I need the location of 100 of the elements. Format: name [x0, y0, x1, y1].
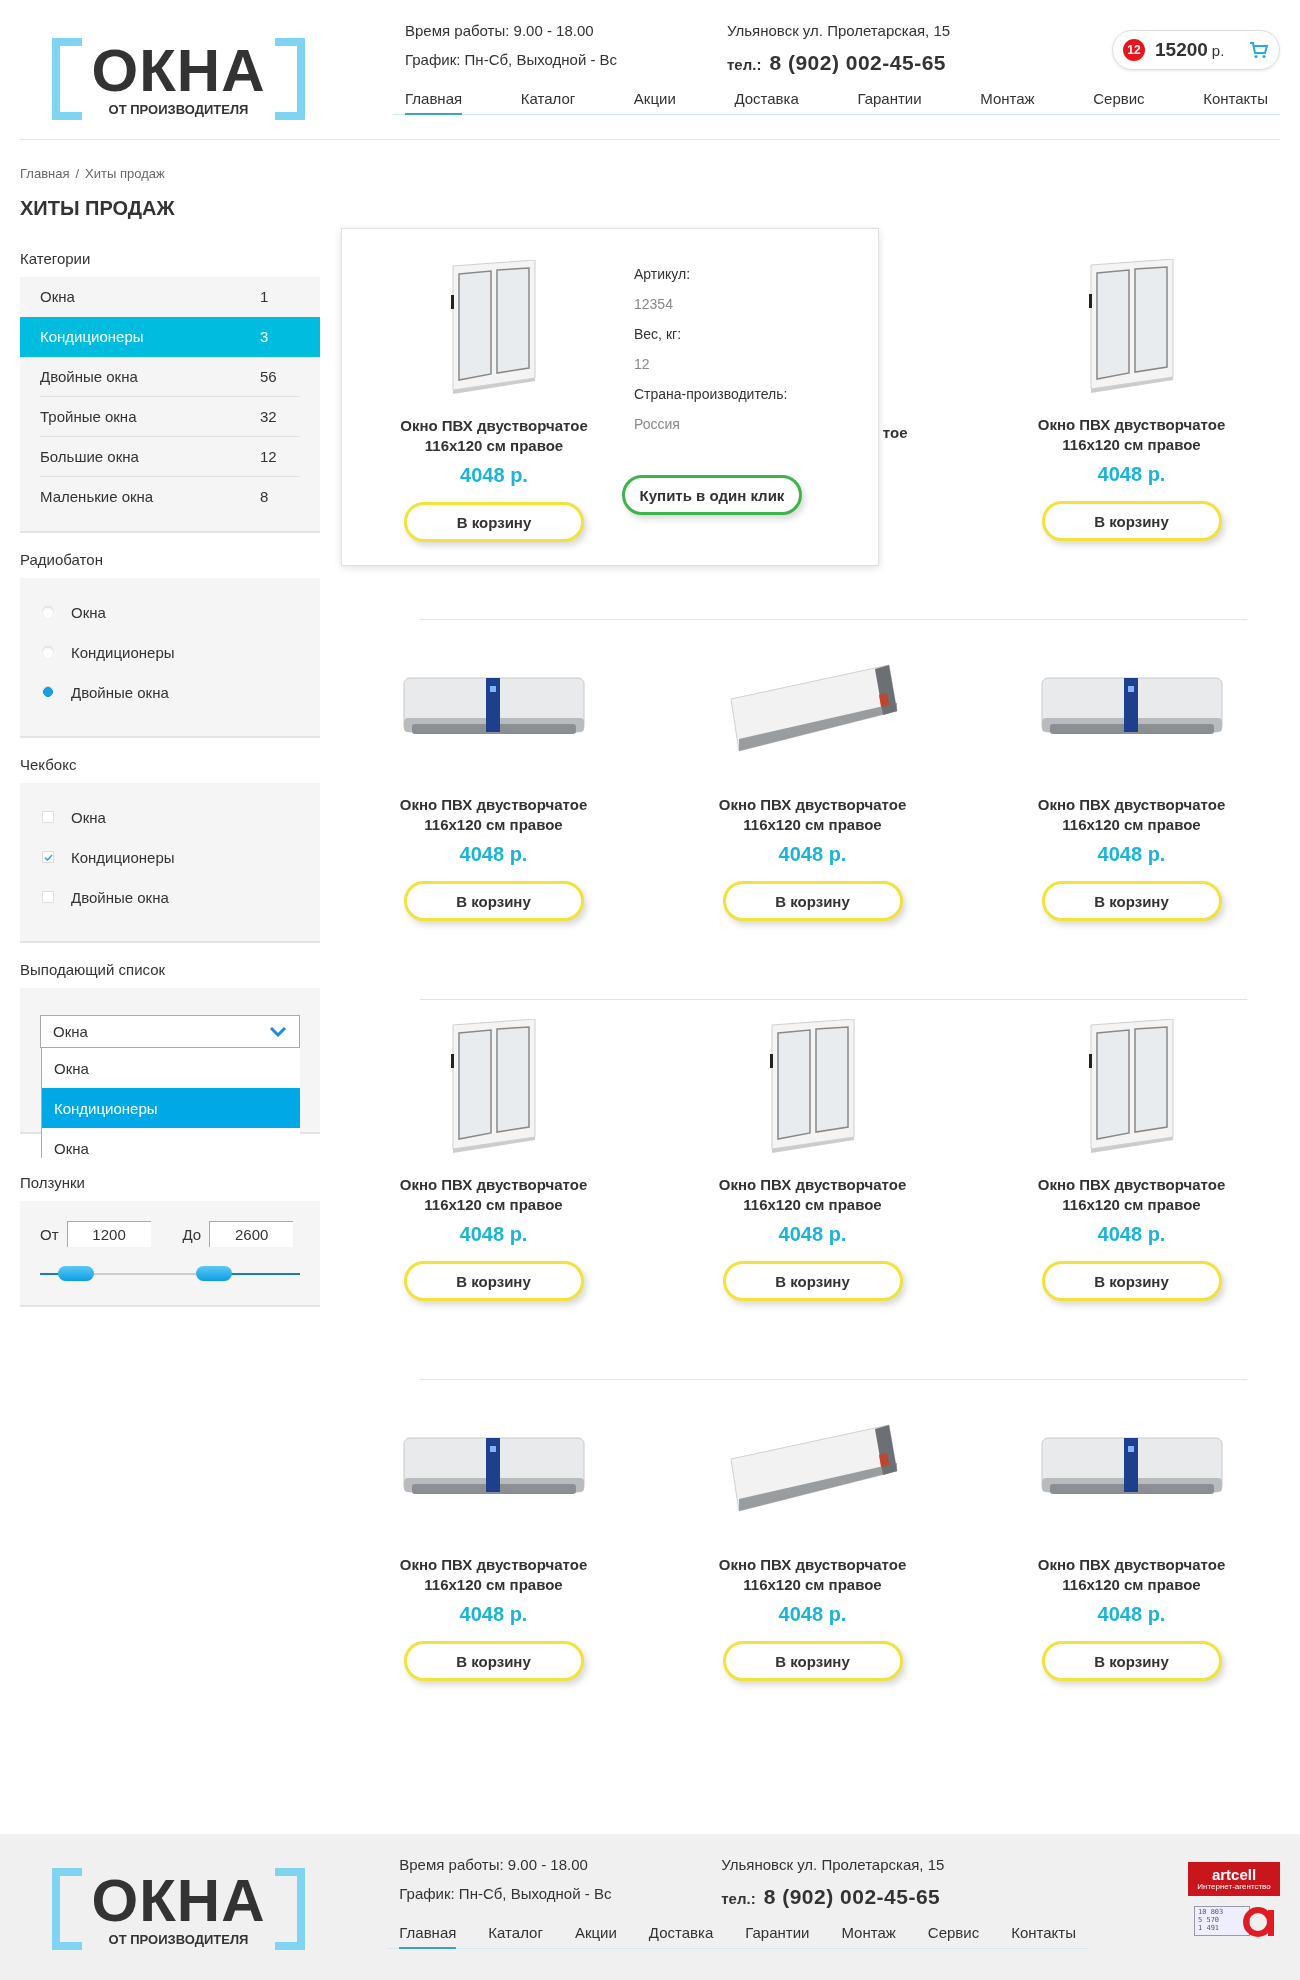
- category-label: Окна: [40, 288, 76, 305]
- cart-currency: р.: [1211, 41, 1225, 59]
- working-hours: Время работы: 9.00 - 18.00: [399, 1856, 589, 1873]
- nav-link[interactable]: Акции: [633, 86, 676, 115]
- product-price: 4048 р.: [1097, 463, 1166, 487]
- product-price: 4048 р.: [778, 843, 847, 867]
- category-count: 56: [260, 368, 278, 385]
- add-to-cart-button[interactable]: В корзину: [403, 1261, 584, 1301]
- nav-link[interactable]: Каталог: [520, 86, 576, 115]
- product-title: Окно ПВХ двустворчатое 116x120 см правое: [717, 1175, 908, 1215]
- cart-total: 15200: [1155, 39, 1208, 61]
- chevron-down-icon: [269, 1026, 287, 1037]
- category-item[interactable]: Окна 1: [20, 277, 320, 317]
- add-to-cart-button[interactable]: В корзину: [1041, 1261, 1222, 1301]
- detail-value: 12354: [634, 295, 674, 314]
- nav-link[interactable]: Сервис: [1093, 86, 1145, 115]
- category-label: Большие окна: [40, 448, 140, 465]
- phone-number: 8 (902) 002-45-65: [763, 1885, 941, 1909]
- logo-word: ОКНА: [91, 1872, 266, 1930]
- nav-link[interactable]: Главная: [405, 86, 463, 115]
- breadcrumb-link[interactable]: Хиты продаж: [85, 166, 165, 181]
- detail-value: 12: [634, 355, 651, 374]
- add-to-cart-button[interactable]: В корзину: [722, 1261, 903, 1301]
- radio-label: Двойные окна: [71, 683, 169, 701]
- category-count: 1: [260, 288, 270, 305]
- checkbox[interactable]: [42, 851, 54, 863]
- add-to-cart-button[interactable]: В корзину: [1041, 501, 1222, 541]
- category-item[interactable]: Маленькие окна 8: [20, 477, 320, 517]
- radio-label: Кондиционеры: [71, 643, 175, 661]
- add-to-cart-button[interactable]: В корзину: [403, 881, 584, 921]
- slider-handle[interactable]: [196, 1266, 233, 1281]
- product-title: Окно ПВХ двустворчатое 116x120 см правое: [1036, 415, 1227, 455]
- radio-button[interactable]: [42, 606, 54, 618]
- product-title-fragment: тое: [882, 424, 908, 441]
- product-title: Окно ПВХ двустворчатое 116x120 см правое: [398, 1555, 589, 1595]
- product-price: 4048 р.: [460, 464, 528, 488]
- check-icon: [43, 853, 53, 861]
- working-hours: Время работы: 9.00 - 18.00: [405, 22, 595, 39]
- dropdown-select[interactable]: Окна: [40, 1015, 300, 1048]
- add-to-cart-button[interactable]: В корзину: [722, 881, 903, 921]
- nav-link[interactable]: Гарантии: [857, 86, 922, 115]
- add-to-cart-button[interactable]: В корзину: [1041, 881, 1222, 921]
- schedule: График: Пн-Сб, Выходной - Вс: [405, 51, 619, 68]
- section-title: Радиобатон: [20, 551, 104, 568]
- address: Ульяновск ул. Пролетарская, 15: [727, 22, 952, 39]
- product-title: Окно ПВХ двустворчатое 116x120 см правое: [717, 1555, 908, 1595]
- category-count: 32: [260, 408, 278, 425]
- range-to-label: До: [182, 1225, 202, 1243]
- slider-handle[interactable]: [58, 1266, 95, 1281]
- product-price: 4048 р.: [459, 1223, 528, 1247]
- category-count: 12: [260, 448, 278, 465]
- category-label: Тройные окна: [40, 408, 138, 425]
- breadcrumb-link[interactable]: Главная: [20, 166, 70, 181]
- radio-label: Окна: [71, 603, 106, 621]
- nav-link[interactable]: Сервис: [927, 1920, 980, 1949]
- phone-number: 8 (902) 002-45-65: [769, 51, 946, 75]
- radio-button[interactable]: [42, 686, 54, 698]
- checkbox[interactable]: [42, 811, 54, 823]
- logo-word: ОКНА: [91, 42, 266, 100]
- category-item[interactable]: Двойные окна 56: [20, 357, 320, 397]
- product-title: Окно ПВХ двустворчатое 116x120 см правое: [1036, 1555, 1227, 1595]
- quick-buy-button[interactable]: Купить в один клик: [622, 475, 802, 515]
- add-to-cart-button[interactable]: В корзину: [403, 1641, 584, 1681]
- add-to-cart-button[interactable]: В корзину: [1041, 1641, 1222, 1681]
- nav-link[interactable]: Контакты: [1203, 86, 1268, 115]
- add-to-cart-button[interactable]: В корзину: [404, 502, 584, 542]
- category-item[interactable]: Большие окна 12: [20, 437, 320, 477]
- logo[interactable]: ОКНА ОТ ПРОИЗВОДИТЕЛЯ: [52, 38, 305, 120]
- nav-link[interactable]: Монтаж: [980, 86, 1035, 115]
- radio-button[interactable]: [42, 646, 54, 658]
- nav-link[interactable]: Доставка: [734, 86, 799, 115]
- product-price: 4048 р.: [459, 843, 528, 867]
- section-title: Ползунки: [20, 1174, 86, 1191]
- nav-link[interactable]: Гарантии: [745, 1920, 810, 1949]
- add-to-cart-button[interactable]: В корзину: [722, 1641, 903, 1681]
- cart-icon: [1249, 41, 1269, 59]
- nav-link[interactable]: Главная: [399, 1920, 457, 1949]
- range-to-field[interactable]: 2600: [209, 1221, 294, 1247]
- checkbox[interactable]: [42, 891, 54, 903]
- breadcrumb-separator: /: [75, 166, 80, 181]
- category-label: Маленькие окна: [40, 488, 155, 505]
- category-item[interactable]: Тройные окна 32: [20, 397, 320, 437]
- product-title: Окно ПВХ двустворчатое 116x120 см правое: [1036, 795, 1227, 835]
- product-price: 4048 р.: [778, 1223, 847, 1247]
- nav-link[interactable]: Монтаж: [841, 1920, 896, 1949]
- logo-tagline: ОТ ПРОИЗВОДИТЕЛЯ: [108, 1932, 249, 1947]
- checkbox-label: Кондиционеры: [71, 848, 175, 866]
- range-from-field[interactable]: 1200: [66, 1221, 151, 1247]
- detail-label: Страна-производитель:: [634, 385, 789, 404]
- nav-link[interactable]: Доставка: [648, 1920, 714, 1949]
- product-price: 4048 р.: [778, 1603, 847, 1627]
- nav-link[interactable]: Контакты: [1011, 1920, 1076, 1949]
- address: Ульяновск ул. Пролетарская, 15: [721, 1856, 946, 1873]
- nav-link[interactable]: Каталог: [488, 1920, 543, 1949]
- phone-label: тел.:: [721, 1890, 756, 1907]
- nav-link[interactable]: Акции: [574, 1920, 617, 1949]
- agency-badge[interactable]: artcell Интернет-агентство: [1188, 1862, 1280, 1896]
- product-title: Окно ПВХ двустворчатое 116x120 см правое: [717, 795, 908, 835]
- logo[interactable]: ОКНА ОТ ПРОИЗВОДИТЕЛЯ: [52, 1868, 305, 1950]
- category-count: 3: [260, 328, 270, 345]
